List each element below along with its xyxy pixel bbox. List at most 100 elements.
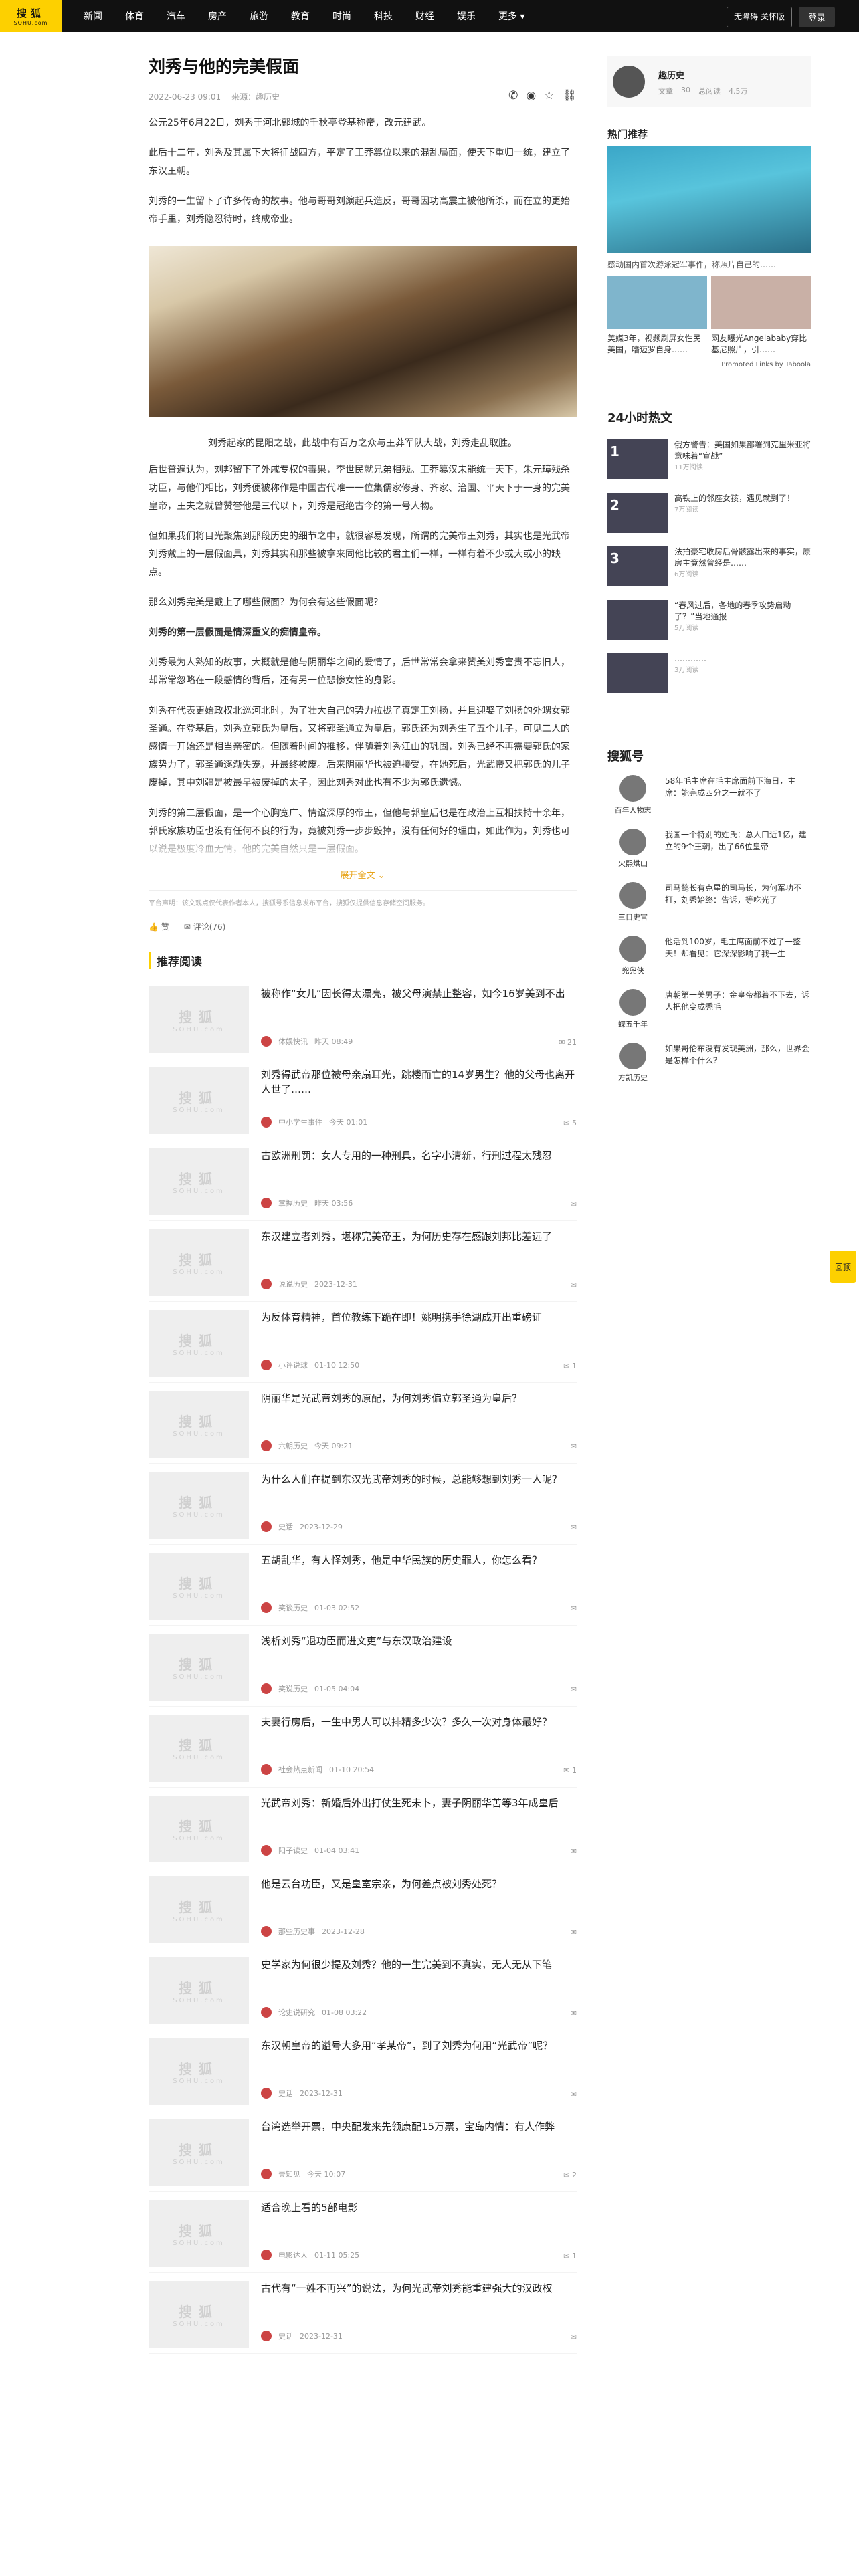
recommend-author[interactable]: 六朝历史 [278, 1440, 308, 1451]
author-avatar[interactable] [261, 1440, 272, 1451]
recommend-headline[interactable]: 东汉朝皇帝的谥号大多用“孝某帝”，到了刘秀为何用“光武帝”呢？ [261, 2038, 577, 2053]
recommend-item[interactable]: 搜狐 SOHU.com 他是云台功臣，又是皇室宗亲，为何差点被刘秀处死？ 那些历史事 2… [149, 1868, 577, 1949]
author-avatar[interactable] [261, 1521, 272, 1532]
weibo-icon[interactable]: ◉ [526, 89, 536, 102]
hot-small-card[interactable]: 网友曝光Angelababy穿比基尼照片，引…… [711, 276, 811, 356]
recommend-thumbnail[interactable]: 搜狐 SOHU.com [149, 1957, 249, 2024]
author-avatar[interactable] [261, 1198, 272, 1208]
recommend-thumbnail[interactable]: 搜狐 SOHU.com [149, 986, 249, 1053]
link-icon[interactable]: ⛓ [562, 89, 577, 102]
author-avatar[interactable] [261, 1036, 272, 1047]
recommend-item[interactable]: 搜狐 SOHU.com 台湾选举开票，中央配发来先领康配15万票，宝岛内情：有人作弊… [149, 2111, 577, 2192]
recommend-headline[interactable]: 夫妻行房后，一生中男人可以排精多少次？多久一次对身体最好？ [261, 1715, 577, 1729]
recommend-headline[interactable]: 为什么人们在提到东汉光武帝刘秀的时候，总能够想到刘秀一人呢？ [261, 1472, 577, 1487]
nav-item-travel[interactable]: 旅游 [250, 9, 268, 23]
recommend-item[interactable]: 搜狐 SOHU.com 光武帝刘秀：新婚后外出打仗生死未卜，妻子阴丽华苦等3年成皇后… [149, 1788, 577, 1868]
nav-item-house[interactable]: 房产 [208, 9, 227, 23]
recommend-item[interactable]: 搜狐 SOHU.com 阴丽华是光武帝刘秀的原配，为何刘秀偏立郭圣通为皇后？ 六朝历史… [149, 1383, 577, 1464]
nav-item-more[interactable]: 更多 ▾ [498, 9, 524, 23]
sohuhao-account[interactable]: 火熙烘山 [607, 829, 658, 871]
recommend-headline[interactable]: 阴丽华是光武帝刘秀的原配，为何刘秀偏立郭圣通为皇后？ [261, 1391, 577, 1406]
author-avatar[interactable] [261, 1117, 272, 1128]
sohuhao-text[interactable]: 他活到100岁，毛主席面前不过了一整天！却看见：它深深影响了我一生 [665, 936, 811, 978]
author-avatar[interactable] [261, 2331, 272, 2341]
recommend-item[interactable]: 搜狐 SOHU.com 为反体育精神，首位教练下跪在即！姚明携手徐湖成开出重磅证 小评… [149, 1302, 577, 1383]
login-button[interactable]: 登录 [798, 7, 835, 27]
recommend-headline[interactable]: 被称作“女儿”因长得太漂亮，被父母演禁止整容，如今16岁美到不出 [261, 986, 577, 1001]
hot-main-caption[interactable]: 感动国内首次游泳冠军事件，称照片自己的…… [607, 259, 811, 270]
recommend-item[interactable]: 搜狐 SOHU.com 浅析刘秀“退功臣而进文吏”与东汉政治建设 笑说历史 01-05 … [149, 1626, 577, 1707]
sohuhao-account[interactable]: 方凯历史 [607, 1043, 658, 1085]
recommend-item[interactable]: 搜狐 SOHU.com 史学家为何很少提及刘秀？他的一生完美到不真实，无人无从下笔论… [149, 1949, 577, 2030]
recommend-headline[interactable]: 五胡乱华，有人怪刘秀，他是中华民族的历史罪人，你怎么看？ [261, 1553, 577, 1568]
recommend-item[interactable]: 搜狐 SOHU.com 古代有“一姓不再兴”的说法，为何光武帝刘秀能重建强大的汉政权… [149, 2273, 577, 2354]
recommend-author[interactable]: 说说历史 [278, 1279, 308, 1289]
recommend-headline[interactable]: 史学家为何很少提及刘秀？他的一生完美到不真实，无人无从下笔 [261, 1957, 577, 1972]
recommend-thumbnail[interactable]: 搜狐 SOHU.com [149, 1310, 249, 1377]
recommend-item[interactable]: 搜狐 SOHU.com 刘秀得武帝那位被母亲扇耳光，跳楼而亡的14岁男生？他的父母也… [149, 1059, 577, 1140]
author-avatar[interactable] [261, 1926, 272, 1937]
recommend-thumbnail[interactable]: 搜狐 SOHU.com [149, 2038, 249, 2105]
recommend-author[interactable]: 中小学生事件 [278, 1117, 322, 1128]
recommend-headline[interactable]: 刘秀得武帝那位被母亲扇耳光，跳楼而亡的14岁男生？他的父母也离开人世了…… [261, 1067, 577, 1097]
sohuhao-item[interactable]: 三目史官 司马懿长有克星的司马长，为何军功不打，刘秀始终：告诉，等吃光了 [607, 882, 811, 925]
author-avatar[interactable] [261, 1602, 272, 1613]
recommend-author[interactable]: 电影达人 [278, 2250, 308, 2260]
sohuhao-text[interactable]: 司马懿长有克星的司马长，为何军功不打，刘秀始终：告诉，等吃光了 [665, 882, 811, 925]
recommend-author[interactable]: 小评说球 [278, 1360, 308, 1370]
like-button[interactable]: 👍 赞 [149, 921, 169, 932]
recommend-item[interactable]: 搜狐 SOHU.com 古欧洲刑罚：女人专用的一种刑具，名字小清新，行刑过程太残忍掌… [149, 1140, 577, 1221]
recommend-item[interactable]: 搜狐 SOHU.com 适合晚上看的5部电影 电影达人 01-11 05:25 ✉ 1 [149, 2192, 577, 2273]
expand-full-text-button[interactable]: 展开全文 ⌄ [149, 868, 577, 881]
nav-item-education[interactable]: 教育 [291, 9, 310, 23]
recommend-author[interactable]: 论史说研究 [278, 2007, 315, 2018]
back-to-top-button[interactable]: 回顶 [830, 1251, 856, 1283]
recommend-author[interactable]: 笑谈历史 [278, 1602, 308, 1613]
h24-item[interactable]: “春风过后，各地的春季攻势启动了？”当地通报 5万阅读 [607, 600, 811, 640]
star-icon[interactable]: ☆ [544, 89, 554, 102]
recommend-thumbnail[interactable]: 搜狐 SOHU.com [149, 1229, 249, 1296]
recommend-thumbnail[interactable]: 搜狐 SOHU.com [149, 1148, 249, 1215]
sohuhao-item[interactable]: 百年人物志 58年毛主席在毛主席面前下海日，主席：能完成四分之一就不了 [607, 775, 811, 818]
recommend-headline[interactable]: 古代有“一姓不再兴”的说法，为何光武帝刘秀能重建强大的汉政权 [261, 2281, 577, 2296]
recommend-thumbnail[interactable]: 搜狐 SOHU.com [149, 1634, 249, 1701]
sohuhao-item[interactable]: 火熙烘山 我国一个特别的姓氏：总人口近1亿，建立的9个王朝，出了66位皇帝 [607, 829, 811, 871]
recommend-author[interactable]: 史话 [278, 2088, 293, 2099]
recommend-author[interactable]: 体娱快讯 [278, 1036, 308, 1047]
recommend-thumbnail[interactable]: 搜狐 SOHU.com [149, 1876, 249, 1943]
nav-item-tech[interactable]: 科技 [374, 9, 393, 23]
source-author[interactable]: 趣历史 [256, 92, 280, 102]
hot-main-image[interactable] [607, 146, 811, 253]
recommend-headline[interactable]: 浅析刘秀“退功臣而进文吏”与东汉政治建设 [261, 1634, 577, 1648]
sohuhao-text[interactable]: 唐朝第一美男子：金皇帝都着不下去，诉人把他变成秃毛 [665, 989, 811, 1032]
sohuhao-item[interactable]: 方凯历史 如果哥伦布没有发现美洲，那么，世界会是怎样个什么？ [607, 1043, 811, 1085]
recommend-author[interactable]: 那些历史事 [278, 1926, 315, 1937]
author-avatar[interactable] [261, 1683, 272, 1694]
recommend-thumbnail[interactable]: 搜狐 SOHU.com [149, 1796, 249, 1862]
author-avatar[interactable] [261, 2169, 272, 2179]
comment-button[interactable]: ✉ 评论(76) [184, 921, 226, 932]
recommend-headline[interactable]: 他是云台功臣，又是皇室宗亲，为何差点被刘秀处死？ [261, 1876, 577, 1891]
nav-item-finance[interactable]: 财经 [415, 9, 434, 23]
recommend-item[interactable]: 搜狐 SOHU.com 夫妻行房后，一生中男人可以排精多少次？多久一次对身体最好？ 社… [149, 1707, 577, 1788]
recommend-thumbnail[interactable]: 搜狐 SOHU.com [149, 2119, 249, 2186]
taboola-link[interactable]: Promoted Links by Taboola [607, 361, 811, 368]
h24-item[interactable]: 1 俄方警告：美国如果部署到克里米亚将意味着“宣战” 11万阅读 [607, 439, 811, 479]
recommend-thumbnail[interactable]: 搜狐 SOHU.com [149, 1067, 249, 1134]
sohuhao-account[interactable]: 三目史官 [607, 882, 658, 925]
sohuhao-text[interactable]: 如果哥伦布没有发现美洲，那么，世界会是怎样个什么？ [665, 1043, 811, 1085]
sohuhao-text[interactable]: 58年毛主席在毛主席面前下海日，主席：能完成四分之一就不了 [665, 775, 811, 818]
nav-item-news[interactable]: 新闻 [84, 9, 102, 23]
recommend-item[interactable]: 搜狐 SOHU.com 五胡乱华，有人怪刘秀，他是中华民族的历史罪人，你怎么看？ 笑谈… [149, 1545, 577, 1626]
hot-small-card[interactable]: 美媒3年，视频刷屏女性民美国，嗜迈罗自身…… [607, 276, 707, 356]
recommend-item[interactable]: 搜狐 SOHU.com 东汉建立者刘秀，堪称完美帝王，为何历史存在感跟刘邦比差远了说… [149, 1221, 577, 1302]
recommend-thumbnail[interactable]: 搜狐 SOHU.com [149, 1391, 249, 1458]
author-avatar[interactable] [261, 2007, 272, 2018]
author-avatar[interactable] [261, 2250, 272, 2260]
h24-item[interactable]: ………… 3万阅读 [607, 653, 811, 693]
recommend-thumbnail[interactable]: 搜狐 SOHU.com [149, 1472, 249, 1539]
recommend-headline[interactable]: 光武帝刘秀：新婚后外出打仗生死未卜，妻子阴丽华苦等3年成皇后 [261, 1796, 577, 1810]
recommend-headline[interactable]: 适合晚上看的5部电影 [261, 2200, 577, 2215]
wechat-icon[interactable]: ✆ [508, 89, 518, 102]
author-avatar[interactable] [261, 1279, 272, 1289]
